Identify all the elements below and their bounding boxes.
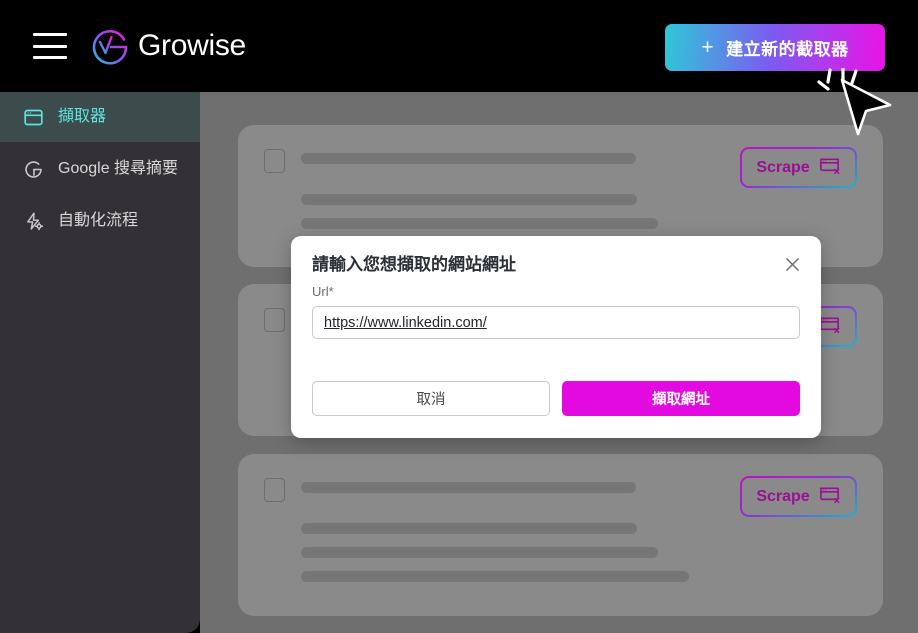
url-input-dialog: 請輸入您想擷取的網站網址 Url* 取消 擷取網址 — [291, 236, 821, 438]
hamburger-line — [33, 56, 67, 59]
sidebar-item-automation[interactable]: 自動化流程 — [0, 196, 200, 246]
sidebar-item-label: 自動化流程 — [58, 212, 139, 229]
growise-logo-icon — [90, 26, 130, 66]
cancel-button[interactable]: 取消 — [312, 381, 550, 416]
browser-window-icon — [22, 106, 44, 128]
sidebar-item-scraper[interactable]: 擷取器 — [0, 92, 200, 142]
sidebar: 擷取器 Google 搜尋摘要 自動化流程 — [0, 92, 200, 633]
card-select-checkbox[interactable] — [264, 149, 285, 173]
dialog-actions: 取消 擷取網址 — [312, 381, 800, 416]
scrape-button-inner: Scrape — [742, 478, 855, 515]
scrape-button[interactable]: Scrape — [740, 476, 857, 517]
card-select-checkbox[interactable] — [264, 308, 285, 332]
dialog-title: 請輸入您想擷取的網站網址 — [312, 255, 516, 274]
url-field-label: Url* — [312, 284, 334, 300]
scrape-button-inner: Scrape — [742, 149, 855, 186]
skeleton-line — [301, 523, 637, 534]
browser-window-x-icon — [818, 483, 841, 511]
brand-logo[interactable]: Growise — [90, 26, 246, 66]
skeleton-line — [301, 194, 637, 205]
scrape-button[interactable]: Scrape — [740, 147, 857, 188]
sidebar-item-label: Google 搜尋摘要 — [58, 160, 179, 177]
url-input[interactable] — [312, 306, 800, 340]
app-header: Growise + 建立新的截取器 — [0, 0, 918, 92]
automation-flow-icon — [22, 210, 44, 232]
google-g-icon — [22, 158, 44, 180]
card-select-checkbox[interactable] — [264, 478, 285, 502]
brand-name: Growise — [138, 29, 246, 62]
skeleton-line — [301, 218, 658, 229]
hamburger-line — [33, 44, 67, 48]
scrape-button-label: Scrape — [756, 158, 810, 176]
scrape-button-label: Scrape — [756, 487, 810, 505]
sidebar-item-label: 擷取器 — [58, 108, 107, 125]
browser-window-x-icon — [818, 154, 841, 182]
submit-scrape-url-button[interactable]: 擷取網址 — [562, 381, 800, 416]
skeleton-line — [301, 547, 658, 558]
create-scraper-label: 建立新的截取器 — [726, 40, 849, 59]
scraper-card: Scrape — [238, 454, 883, 616]
skeleton-title-bar — [301, 153, 636, 164]
browser-window-x-icon — [818, 313, 841, 341]
skeleton-line — [301, 571, 689, 582]
hamburger-menu-icon[interactable] — [33, 33, 67, 59]
hamburger-line — [33, 33, 67, 36]
sidebar-item-google-summary[interactable]: Google 搜尋摘要 — [0, 144, 200, 194]
app-root: Growise + 建立新的截取器 擷取器 Google 搜尋摘要 自動化流程 … — [0, 0, 918, 633]
close-x-icon[interactable] — [781, 253, 803, 275]
create-scraper-button[interactable]: + 建立新的截取器 — [665, 24, 885, 71]
skeleton-title-bar — [301, 482, 636, 493]
plus-icon: + — [701, 36, 715, 59]
